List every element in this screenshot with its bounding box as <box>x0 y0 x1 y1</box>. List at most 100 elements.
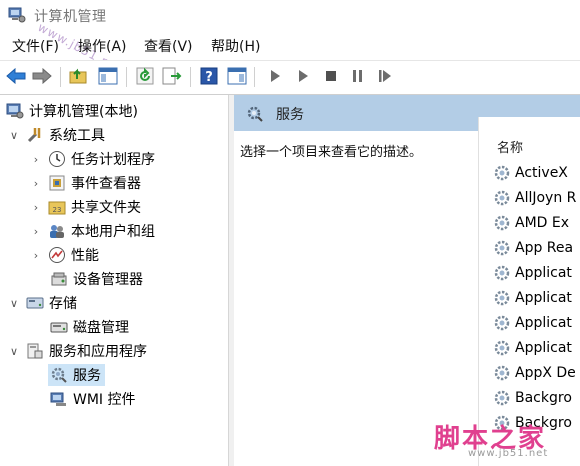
services-apps-icon <box>26 342 44 360</box>
tree-item-label: WMI 控件 <box>73 392 136 408</box>
export-list-icon <box>162 67 182 85</box>
chevron-right-icon[interactable]: › <box>30 171 42 195</box>
start-service-alt-button[interactable] <box>292 65 314 87</box>
pause-icon <box>353 70 362 82</box>
start-alt-icon <box>299 70 308 82</box>
tree-item-services-apps[interactable]: ∨ 服务和应用程序 <box>8 339 236 363</box>
tree-item-system-tools[interactable]: ∨ 系统工具 <box>8 123 236 147</box>
chevron-right-icon[interactable]: › <box>30 195 42 219</box>
chevron-down-icon[interactable]: ∨ <box>8 339 20 363</box>
list-item[interactable]: AMD Ex <box>493 211 580 235</box>
stop-icon <box>326 71 336 81</box>
column-header-name[interactable]: 名称 <box>497 137 523 156</box>
back-arrow-icon <box>6 68 26 84</box>
tree-item-label: 磁盘管理 <box>73 320 129 336</box>
tree-root[interactable]: 计算机管理(本地) <box>6 99 234 123</box>
svg-text:23: 23 <box>53 206 62 214</box>
tree-item-task-scheduler[interactable]: › 任务计划程序 <box>30 147 258 171</box>
start-service-button[interactable] <box>264 65 286 87</box>
list-item[interactable]: Backgro <box>493 386 580 410</box>
up-folder-icon <box>69 68 87 84</box>
users-icon <box>48 222 66 240</box>
list-item[interactable]: AppX De <box>493 361 580 385</box>
list-item[interactable]: App Rea <box>493 236 580 260</box>
tree-item-label: 存储 <box>49 296 77 312</box>
list-item[interactable]: Applicat <box>493 311 580 335</box>
tree-item-label: 本地用户和组 <box>71 224 155 240</box>
storage-icon <box>26 294 44 312</box>
show-hide-tree-button[interactable] <box>97 65 119 87</box>
list-item[interactable]: ActiveX <box>493 161 580 185</box>
service-gear-icon <box>494 240 510 256</box>
help-button[interactable]: ? <box>198 65 220 87</box>
title-bar: 计算机管理 <box>0 0 580 30</box>
disk-icon <box>50 318 68 336</box>
watermark-url: www.jb51.net <box>468 448 549 459</box>
chevron-down-icon[interactable]: ∨ <box>8 123 20 147</box>
clock-icon <box>48 150 66 168</box>
chevron-right-icon[interactable]: › <box>30 219 42 243</box>
service-gear-icon <box>494 390 510 406</box>
restart-service-button[interactable] <box>374 65 396 87</box>
tree-item-services[interactable]: 服务 <box>48 363 228 387</box>
menu-file[interactable]: 文件(F) <box>12 36 59 56</box>
device-manager-icon <box>50 270 68 288</box>
menu-help[interactable]: 帮助(H) <box>211 36 260 56</box>
help-icon: ? <box>200 67 218 85</box>
toolbar: ? <box>0 60 580 93</box>
tree-item-label: 服务 <box>73 368 101 384</box>
services-list: 名称 ActiveX AllJoyn R AMD Ex App Rea Appl… <box>478 117 580 466</box>
shared-folder-icon: 23 <box>48 198 66 216</box>
tree-item-label: 共享文件夹 <box>71 200 141 216</box>
selected-highlight: 服务 <box>48 364 105 386</box>
tree-item-event-viewer[interactable]: › 事件查看器 <box>30 171 258 195</box>
tree-root-label: 计算机管理(本地) <box>29 104 138 120</box>
pane-title: 服务 <box>276 107 304 123</box>
tree-item-label: 性能 <box>71 248 99 264</box>
menu-bar: 文件(F) 操作(A) 查看(V) 帮助(H) <box>0 34 580 58</box>
stop-service-button[interactable] <box>320 65 342 87</box>
back-button[interactable] <box>5 65 27 87</box>
list-item[interactable]: Applicat <box>493 336 580 360</box>
service-gear-icon <box>494 340 510 356</box>
list-item[interactable]: AllJoyn R <box>493 186 580 210</box>
description-text: 选择一个项目来查看它的描述。 <box>240 145 423 160</box>
performance-icon <box>48 246 66 264</box>
tree-item-local-users-groups[interactable]: › 本地用户和组 <box>30 219 258 243</box>
list-item[interactable]: Applicat <box>493 261 580 285</box>
computer-management-icon <box>6 102 24 120</box>
wmi-icon <box>50 390 68 408</box>
tree-item-performance[interactable]: › 性能 <box>30 243 258 267</box>
list-item[interactable]: Applicat <box>493 286 580 310</box>
gear-search-icon <box>50 366 68 384</box>
service-gear-icon <box>494 190 510 206</box>
tree-item-label: 设备管理器 <box>73 272 143 288</box>
chevron-right-icon[interactable]: › <box>30 243 42 267</box>
service-gear-icon <box>494 315 510 331</box>
tree-item-storage[interactable]: ∨ 存储 <box>8 291 236 315</box>
tree-item-label: 事件查看器 <box>71 176 141 192</box>
gear-search-icon <box>247 106 263 122</box>
show-hide-tree-icon <box>98 67 118 85</box>
refresh-icon <box>136 67 154 85</box>
tree-item-shared-folders[interactable]: › 23 共享文件夹 <box>30 195 258 219</box>
chevron-down-icon[interactable]: ∨ <box>8 291 20 315</box>
forward-button[interactable] <box>31 65 53 87</box>
action-pane-button[interactable] <box>226 65 248 87</box>
forward-arrow-icon <box>32 68 52 84</box>
export-list-button[interactable] <box>161 65 183 87</box>
menu-view[interactable]: 查看(V) <box>144 36 193 56</box>
chevron-right-icon[interactable]: › <box>30 147 42 171</box>
menu-action[interactable]: 操作(A) <box>78 36 127 56</box>
start-icon <box>271 70 280 82</box>
pause-service-button[interactable] <box>347 65 369 87</box>
service-gear-icon <box>494 215 510 231</box>
tree-item-label: 服务和应用程序 <box>49 344 147 360</box>
refresh-button[interactable] <box>134 65 156 87</box>
service-gear-icon <box>494 365 510 381</box>
service-gear-icon <box>494 165 510 181</box>
tools-icon <box>26 126 44 144</box>
details-pane: 服务 选择一个项目来查看它的描述。 名称 ActiveX AllJoyn R A… <box>234 95 580 466</box>
action-pane-icon <box>227 67 247 85</box>
up-level-button[interactable] <box>68 65 90 87</box>
